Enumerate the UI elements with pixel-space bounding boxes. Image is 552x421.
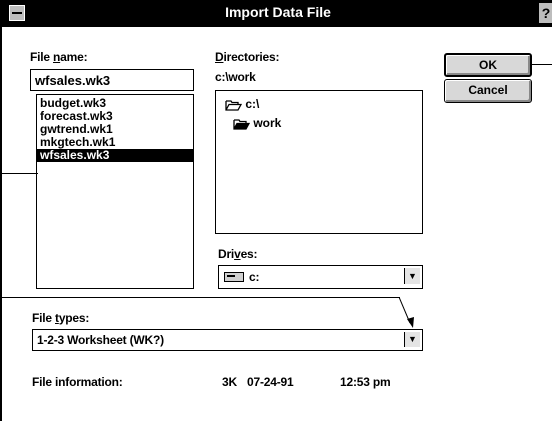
import-dialog: Import Data File ? File name: wfsales.wk…: [0, 0, 552, 421]
help-button[interactable]: ?: [539, 3, 552, 23]
open-folder-icon: [225, 100, 242, 111]
drives-dropdown[interactable]: c: ▼: [218, 265, 423, 289]
callout-line-file-list: [2, 173, 38, 174]
file-types-label: File types:: [32, 311, 90, 325]
file-info-label: File information:: [32, 375, 123, 389]
hard-drive-icon: [224, 272, 244, 282]
directory-item-root[interactable]: c:\: [222, 96, 259, 112]
file-type-value: 1-2-3 Worksheet (WK?): [37, 333, 164, 347]
directory-item-work[interactable]: work: [230, 115, 281, 131]
directory-list[interactable]: c:\ work: [215, 90, 423, 234]
file-name-label: File name:: [30, 50, 88, 64]
current-directory: c:\work: [215, 70, 256, 84]
open-folder-icon: [233, 119, 250, 130]
callout-line-file-types: [2, 297, 400, 298]
callout-pointer: [398, 297, 414, 328]
cancel-button[interactable]: Cancel: [444, 79, 532, 103]
title-bar: Import Data File ?: [2, 0, 552, 27]
file-list[interactable]: budget.wk3 forecast.wk3 gwtrend.wk1 mkgt…: [36, 94, 194, 289]
dialog-title: Import Data File: [225, 4, 331, 20]
dropdown-arrow-icon[interactable]: ▼: [404, 268, 420, 284]
file-info-time: 12:53 pm: [340, 375, 391, 389]
callout-line-ok: [532, 64, 552, 65]
file-name-input[interactable]: wfsales.wk3: [30, 69, 194, 91]
dropdown-arrow-icon[interactable]: ▼: [404, 332, 420, 347]
file-info-size: 3K: [222, 375, 237, 389]
directories-label: Directories:: [215, 50, 280, 64]
drive-value: c:: [249, 270, 260, 284]
ok-button[interactable]: OK: [444, 53, 532, 77]
file-list-item-selected[interactable]: wfsales.wk3: [37, 149, 193, 162]
file-types-dropdown[interactable]: 1-2-3 Worksheet (WK?) ▼: [32, 329, 423, 351]
drives-label: Drives:: [218, 247, 258, 261]
file-info-date: 07-24-91: [247, 375, 294, 389]
